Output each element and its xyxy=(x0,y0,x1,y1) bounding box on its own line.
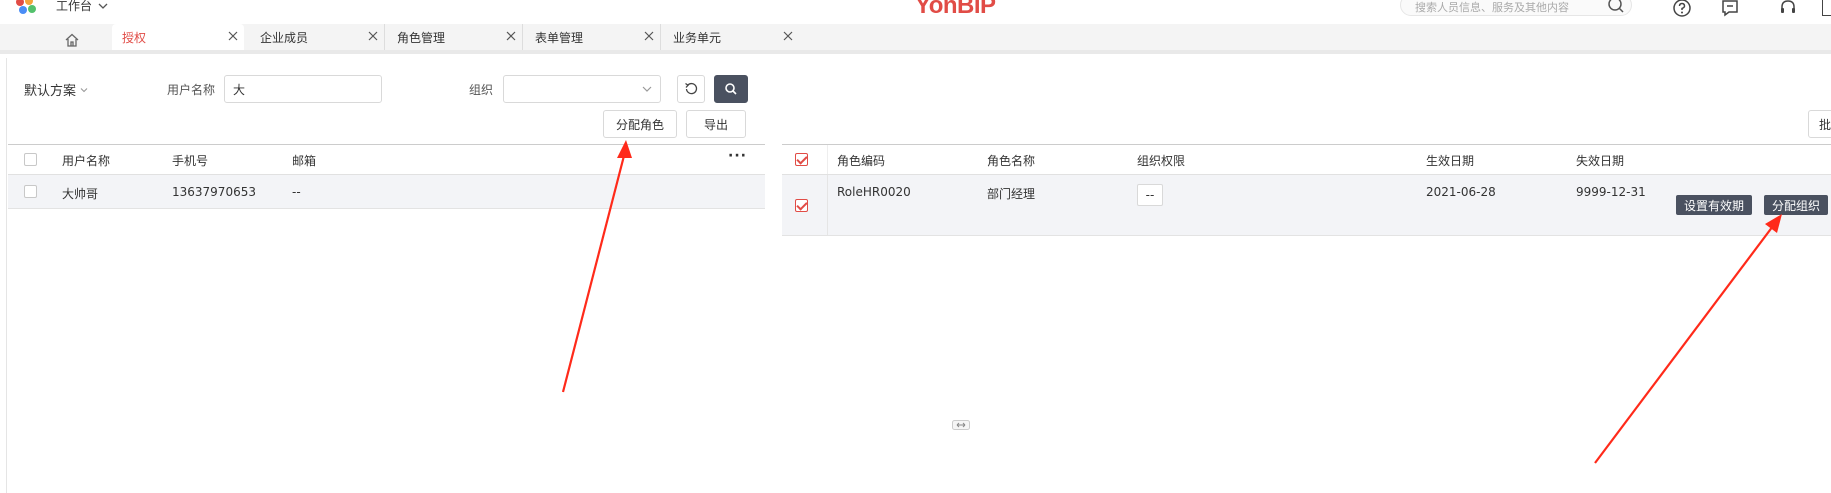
tab-enterprise-members[interactable]: 企业成员 xyxy=(250,24,385,50)
table-row[interactable]: RoleHR0020 部门经理 -- 2021-06-28 9999-12-31… xyxy=(782,175,1831,236)
help-icon[interactable] xyxy=(1672,0,1692,18)
scheme-label: 默认方案 xyxy=(24,84,77,99)
column-header: 邮箱 xyxy=(292,154,317,168)
tab-authorization[interactable]: 授权 xyxy=(112,24,244,50)
annotation-arrows xyxy=(561,140,1782,464)
tab-bar: 授权 企业成员 角色管理 表单管理 业务单元 xyxy=(0,24,1831,54)
assign-org-button[interactable]: 分配组织 xyxy=(1764,195,1829,215)
org-label: 组织 xyxy=(469,83,494,97)
chevron-down-icon xyxy=(642,86,652,92)
column-header: 手机号 xyxy=(172,154,209,168)
set-validity-button[interactable]: 设置有效期 xyxy=(1676,195,1753,215)
app-logo[interactable] xyxy=(16,0,40,16)
message-icon[interactable] xyxy=(1720,0,1740,18)
role-code: RoleHR0020 xyxy=(837,185,911,199)
tab-label: 企业成员 xyxy=(260,30,309,45)
panel-icon[interactable] xyxy=(1822,0,1831,16)
close-icon[interactable] xyxy=(228,31,238,41)
batch-button[interactable]: 批 xyxy=(1808,110,1831,138)
panel-divider xyxy=(6,58,7,493)
user-table-header: 用户名称 手机号 邮箱 ··· xyxy=(8,144,765,175)
workbench-label: 工作台 xyxy=(56,0,93,13)
tab-label: 角色管理 xyxy=(397,30,446,45)
top-bar: 工作台 YonBIP 搜索人员信息、服务及其他内容 xyxy=(0,0,1831,19)
user-name: 大帅哥 xyxy=(62,187,99,201)
tab-form-management[interactable]: 表单管理 xyxy=(525,24,661,50)
username-input[interactable]: 大 xyxy=(224,75,382,103)
table-row[interactable]: 大帅哥 13637970653 -- xyxy=(8,175,765,209)
tab-label: 表单管理 xyxy=(535,30,584,45)
column-header: 组织权限 xyxy=(1137,154,1186,168)
reset-button[interactable] xyxy=(677,75,705,103)
search-icon[interactable] xyxy=(1607,0,1625,14)
search-button[interactable] xyxy=(714,75,748,103)
assign-role-button[interactable]: 分配角色 xyxy=(603,110,677,138)
role-table-header: 角色编码 角色名称 组织权限 生效日期 失效日期 xyxy=(782,144,1831,175)
tab-role-management[interactable]: 角色管理 xyxy=(387,24,523,50)
chevron-down-icon xyxy=(98,3,108,9)
user-phone: 13637970653 xyxy=(172,185,256,199)
column-header: 用户名称 xyxy=(62,154,111,168)
column-header: 角色名称 xyxy=(987,154,1036,168)
column-header: 失效日期 xyxy=(1576,154,1625,168)
tab-label: 业务单元 xyxy=(673,30,722,45)
global-search-placeholder: 搜索人员信息、服务及其他内容 xyxy=(1415,1,1569,14)
close-icon[interactable] xyxy=(506,31,516,41)
chevron-down-icon xyxy=(80,87,88,92)
org-select[interactable] xyxy=(503,75,661,103)
column-divider xyxy=(827,145,828,174)
column-header: 生效日期 xyxy=(1426,154,1475,168)
brand-logo: YonBIP xyxy=(915,0,996,19)
home-icon[interactable] xyxy=(64,32,80,48)
export-button[interactable]: 导出 xyxy=(686,110,746,138)
select-all-checkbox[interactable] xyxy=(24,153,37,166)
reset-icon xyxy=(685,82,698,95)
username-label: 用户名称 xyxy=(167,83,216,97)
username-value: 大 xyxy=(233,83,246,97)
user-email: -- xyxy=(292,185,301,199)
workbench-menu[interactable]: 工作台 xyxy=(56,0,108,14)
tab-business-unit[interactable]: 业务单元 xyxy=(663,24,799,50)
arrow-to-assign-org xyxy=(1594,214,1782,464)
org-permission-button[interactable]: -- xyxy=(1137,184,1163,206)
scheme-selector[interactable]: 默认方案 xyxy=(24,80,88,99)
resize-handle-icon[interactable] xyxy=(952,420,970,430)
close-icon[interactable] xyxy=(368,31,378,41)
column-divider xyxy=(827,175,828,235)
tab-label: 授权 xyxy=(122,30,147,45)
more-icon[interactable]: ··· xyxy=(728,148,747,164)
headset-icon[interactable] xyxy=(1778,0,1798,18)
select-all-checkbox[interactable] xyxy=(795,153,808,166)
row-checkbox[interactable] xyxy=(795,199,808,212)
expiry-date: 9999-12-31 xyxy=(1576,185,1646,199)
search-icon xyxy=(725,83,737,95)
close-icon[interactable] xyxy=(783,31,793,41)
row-checkbox[interactable] xyxy=(24,185,37,198)
close-icon[interactable] xyxy=(644,31,654,41)
effective-date: 2021-06-28 xyxy=(1426,185,1496,199)
global-search[interactable]: 搜索人员信息、服务及其他内容 xyxy=(1400,0,1632,16)
column-header: 角色编码 xyxy=(837,154,886,168)
role-name: 部门经理 xyxy=(987,187,1036,201)
